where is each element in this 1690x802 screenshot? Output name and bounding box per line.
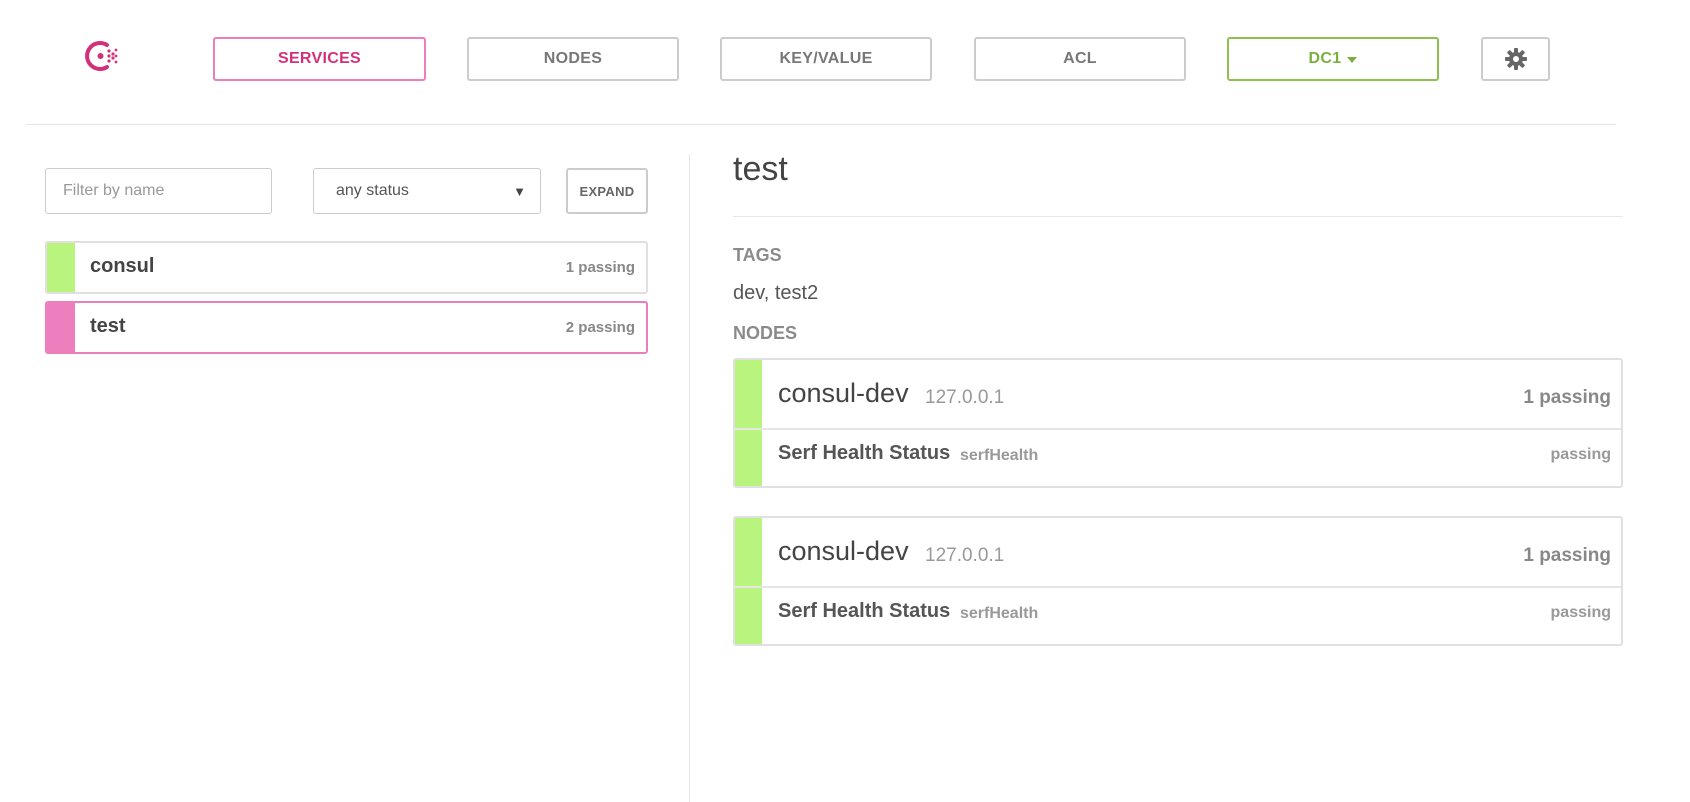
nav-key-value-button[interactable]: KEY/VALUE xyxy=(720,37,932,81)
health-check-row[interactable]: Serf Health Status serfHealth passing xyxy=(735,588,1621,644)
service-status-bar xyxy=(47,303,75,352)
filter-by-name-input[interactable] xyxy=(45,168,272,214)
service-status-bar xyxy=(47,243,75,292)
service-name: consul xyxy=(90,255,155,277)
tags-label: TAGS xyxy=(733,245,782,265)
check-status: passing xyxy=(1550,604,1611,621)
nav-acl-button[interactable]: ACL xyxy=(974,37,1186,81)
consul-logo-icon[interactable] xyxy=(82,36,122,76)
expand-button[interactable]: EXPAND xyxy=(566,168,648,214)
status-select-value: any status xyxy=(336,182,409,199)
datacenter-dropdown[interactable]: DC1 xyxy=(1227,37,1439,81)
detail-divider xyxy=(733,216,1623,217)
header-divider xyxy=(26,124,1616,125)
node-status-bar xyxy=(735,360,762,428)
nodes-label: NODES xyxy=(733,323,798,343)
check-status-bar xyxy=(735,588,762,644)
node-card: consul-dev 127.0.0.1 1 passing Serf Heal… xyxy=(733,358,1623,488)
status-filter-select[interactable]: any status ▼ xyxy=(313,168,541,214)
service-item-consul[interactable]: consul 1 passing xyxy=(45,241,648,294)
service-passing-count: 2 passing xyxy=(565,319,635,336)
service-detail-title: test xyxy=(733,150,788,188)
check-status-bar xyxy=(735,430,762,486)
check-id: serfHealth xyxy=(960,605,1039,622)
datacenter-label: DC1 xyxy=(1308,50,1342,67)
service-passing-count: 1 passing xyxy=(565,259,635,276)
tags-value: dev, test2 xyxy=(733,282,819,304)
check-name: Serf Health Status xyxy=(778,442,951,464)
health-check-row[interactable]: Serf Health Status serfHealth passing xyxy=(735,430,1621,486)
node-address: 127.0.0.1 xyxy=(925,387,1005,408)
node-address: 127.0.0.1 xyxy=(925,545,1005,566)
node-name: consul-dev xyxy=(778,536,909,566)
node-passing-count: 1 passing xyxy=(1523,387,1611,408)
node-header[interactable]: consul-dev 127.0.0.1 1 passing xyxy=(735,518,1621,588)
check-id: serfHealth xyxy=(960,447,1039,464)
node-header[interactable]: consul-dev 127.0.0.1 1 passing xyxy=(735,360,1621,430)
node-name: consul-dev xyxy=(778,378,909,408)
service-name: test xyxy=(90,315,126,337)
caret-down-icon xyxy=(1347,57,1358,63)
node-passing-count: 1 passing xyxy=(1523,545,1611,566)
node-status-bar xyxy=(735,518,762,586)
check-name: Serf Health Status xyxy=(778,600,951,622)
gear-icon xyxy=(1504,48,1527,70)
column-divider xyxy=(689,154,690,802)
service-item-test[interactable]: test 2 passing xyxy=(45,301,648,354)
dropdown-arrow-icon: ▼ xyxy=(513,183,526,199)
node-card: consul-dev 127.0.0.1 1 passing Serf Heal… xyxy=(733,516,1623,646)
settings-button[interactable] xyxy=(1481,37,1550,81)
check-status: passing xyxy=(1550,446,1611,463)
nav-services-button[interactable]: SERVICES xyxy=(213,37,426,81)
nav-nodes-button[interactable]: NODES xyxy=(467,37,679,81)
